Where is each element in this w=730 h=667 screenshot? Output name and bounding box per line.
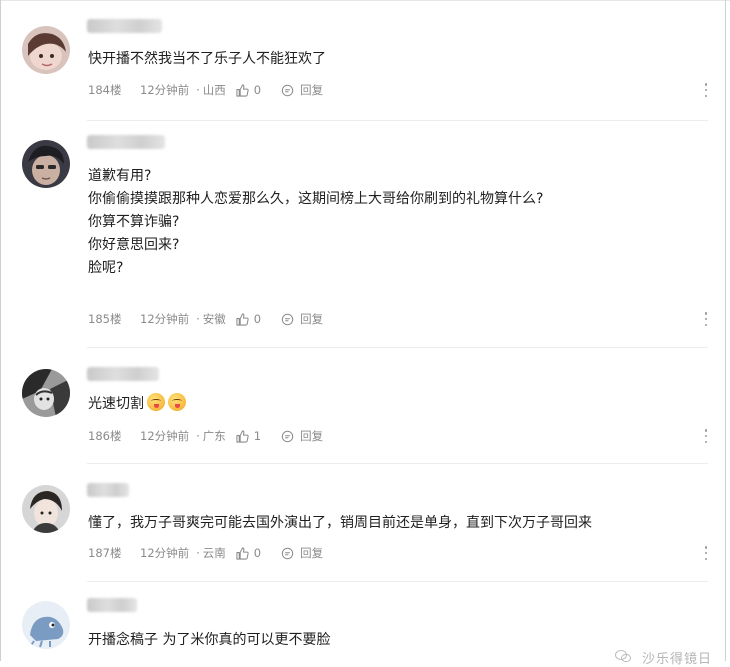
comment-text: 快开播不然我当不了乐子人不能狂欢了 (88, 48, 326, 71)
post-time: 12分钟前 (140, 546, 190, 560)
user-avatar[interactable] (22, 140, 70, 188)
more-options-icon[interactable] (704, 546, 708, 560)
reply-label: 回复 (300, 429, 324, 443)
comment-text: 道歉有用? 你偷偷摸摸跟那种人恋爱那么久，这期间榜上大哥给你刷到的礼物算什么? … (88, 165, 543, 280)
thumbs-up-icon (236, 83, 249, 97)
floor-number: 185楼 (88, 312, 122, 326)
user-avatar[interactable] (22, 485, 70, 533)
username-blurred[interactable] (87, 19, 162, 33)
user-avatar[interactable] (22, 369, 70, 417)
like-button[interactable]: 0 (236, 546, 261, 560)
left-border (0, 0, 1, 661)
meta-dot: · (196, 83, 200, 97)
reply-label: 回复 (300, 312, 324, 326)
like-button[interactable]: 1 (236, 429, 261, 443)
reply-button[interactable]: 回复 (281, 545, 323, 561)
reply-button[interactable]: 回复 (281, 82, 323, 98)
comment-line: 懂了，我万子哥爽完可能去国外演出了，销周目前还是单身，直到下次万子哥回来 (88, 515, 592, 531)
comment-meta: 186楼 12分钟前 · 广东 1 回复 (88, 428, 323, 444)
watermark-text: 沙乐得镜日 (641, 652, 712, 667)
username-blurred[interactable] (87, 598, 137, 612)
user-avatar[interactable] (22, 26, 70, 74)
username-blurred[interactable] (87, 367, 159, 381)
location: 安徽 (202, 312, 226, 326)
comment-line: 光速切割 (88, 393, 186, 416)
watermark: 沙乐得镜日 (614, 648, 712, 667)
more-options-icon[interactable] (704, 312, 708, 326)
like-count: 0 (253, 312, 262, 326)
more-options-icon[interactable] (704, 429, 708, 443)
like-count: 1 (253, 429, 262, 443)
comment-text: 懂了，我万子哥爽完可能去国外演出了，销周目前还是单身，直到下次万子哥回来 (88, 512, 592, 535)
post-time: 12分钟前 (140, 312, 190, 326)
post-time: 12分钟前 (140, 429, 190, 443)
comment-text: 开播念稿子 为了米你真的可以更不要脸 (88, 629, 330, 652)
post-time: 12分钟前 (140, 83, 190, 97)
wechat-icon (614, 649, 631, 667)
comment-line: 你好意思回来? (88, 237, 180, 253)
divider (87, 120, 708, 121)
comment-meta: 185楼 12分钟前 · 安徽 0 回复 (88, 311, 323, 327)
comment-line: 你算不算诈骗? (88, 214, 180, 230)
floor-number: 186楼 (88, 429, 122, 443)
meta-dot: · (196, 312, 200, 326)
like-button[interactable]: 0 (236, 83, 261, 97)
divider (87, 581, 708, 582)
thumbs-up-icon (236, 546, 249, 560)
user-avatar[interactable] (22, 601, 70, 649)
username-blurred[interactable] (87, 483, 129, 497)
reply-label: 回复 (300, 546, 324, 560)
reply-label: 回复 (300, 83, 324, 97)
comment-bubble-icon (281, 84, 294, 96)
divider (87, 347, 708, 348)
like-count: 0 (253, 83, 262, 97)
location: 云南 (202, 546, 226, 560)
right-border (725, 0, 726, 661)
reply-button[interactable]: 回复 (281, 311, 323, 327)
comment-bubble-icon (281, 313, 294, 325)
username-blurred[interactable] (87, 135, 165, 149)
comment-bubble-icon (281, 430, 294, 442)
comment-meta: 187楼 12分钟前 · 云南 0 回复 (88, 545, 323, 561)
floor-number: 187楼 (88, 546, 122, 560)
location: 广东 (202, 429, 226, 443)
comment-line-text: 光速切割 (88, 396, 144, 412)
location: 山西 (202, 83, 226, 97)
thumbs-up-icon (236, 312, 249, 326)
divider (87, 463, 708, 464)
floor-number: 184楼 (88, 83, 122, 97)
comment-meta: 184楼 12分钟前 · 山西 0 回复 (88, 82, 323, 98)
comment-line: 快开播不然我当不了乐子人不能狂欢了 (88, 51, 326, 67)
more-options-icon[interactable] (704, 83, 708, 97)
top-border (0, 0, 730, 1)
comment-line: 开播念稿子 为了米你真的可以更不要脸 (88, 632, 331, 648)
yum-emoji-icon (147, 393, 165, 411)
comment-bubble-icon (281, 547, 294, 559)
thumbs-up-icon (236, 429, 249, 443)
comment-line: 脸呢? (88, 260, 124, 276)
comment-line: 道歉有用? (88, 168, 152, 184)
reply-button[interactable]: 回复 (281, 428, 323, 444)
comment-text: 光速切割 (88, 393, 186, 416)
meta-dot: · (196, 429, 200, 443)
yum-emoji-icon (168, 393, 186, 411)
like-button[interactable]: 0 (236, 312, 261, 326)
meta-dot: · (196, 546, 200, 560)
like-count: 0 (253, 546, 262, 560)
comment-line: 你偷偷摸摸跟那种人恋爱那么久，这期间榜上大哥给你刷到的礼物算什么? (88, 191, 544, 207)
